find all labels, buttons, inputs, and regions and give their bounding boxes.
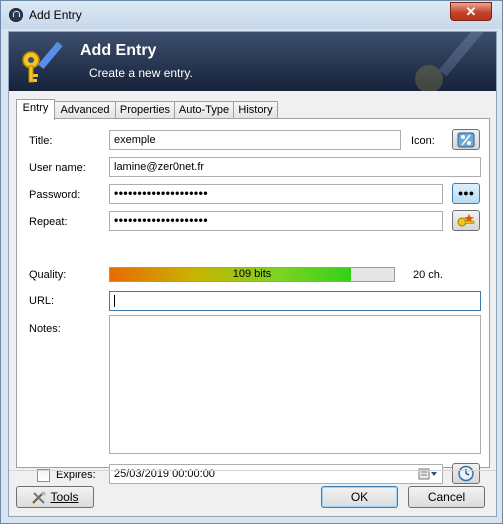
percent-icon	[457, 132, 475, 148]
url-label: URL:	[29, 295, 55, 307]
password-quality-bar: 109 bits	[109, 267, 395, 282]
quality-bits: 109 bits	[232, 268, 272, 280]
quality-label: Quality:	[29, 269, 67, 281]
ok-button[interactable]: OK	[321, 486, 398, 508]
notes-field[interactable]	[109, 315, 481, 454]
notes-label: Notes:	[29, 323, 61, 335]
icon-picker-button[interactable]	[452, 129, 480, 150]
clock-icon	[458, 465, 474, 482]
tab-auto-type[interactable]: Auto-Type	[174, 101, 234, 119]
title-bar[interactable]: Add Entry ✕	[1, 1, 502, 29]
close-button[interactable]: ✕	[450, 2, 492, 21]
repeat-label: Repeat:	[29, 216, 68, 228]
title-label: Title:	[29, 135, 53, 147]
url-field[interactable]	[109, 291, 481, 311]
dialog-client: Add Entry Create a new entry. Entry Adva…	[8, 31, 497, 517]
banner: Add Entry Create a new entry.	[9, 32, 496, 91]
expiry-date-picker[interactable]: 25/03/2019 00:00:00	[109, 464, 443, 484]
repeat-password-field[interactable]: ••••••••••••••••••••	[109, 211, 443, 231]
key-pen-icon	[22, 41, 63, 83]
text-cursor	[114, 295, 115, 308]
cancel-button[interactable]: Cancel	[408, 486, 485, 508]
add-entry-window: Add Entry ✕ Add Entry Create a new entry…	[0, 0, 503, 524]
tab-history[interactable]: History	[233, 101, 278, 119]
show-password-button[interactable]: ●●●	[452, 183, 480, 204]
banner-subtitle: Create a new entry.	[89, 66, 193, 80]
window-title: Add Entry	[29, 8, 82, 22]
footer-separator	[9, 470, 496, 471]
tools-label: Tools	[50, 490, 79, 504]
lock-icon	[9, 8, 23, 22]
tools-icon	[32, 491, 46, 504]
char-count: 20 ch.	[413, 269, 443, 281]
username-label: User name:	[29, 162, 86, 174]
key-pen-watermark-icon	[415, 32, 486, 91]
entry-panel: Title: exemple Icon: User name: lamine@z…	[16, 118, 490, 484]
username-field[interactable]: lamine@zer0net.fr	[109, 157, 481, 177]
generate-password-button[interactable]	[452, 210, 480, 231]
tab-entry[interactable]: Entry	[16, 99, 55, 120]
title-field[interactable]: exemple	[109, 130, 401, 150]
icon-label: Icon:	[411, 135, 435, 147]
password-label: Password:	[29, 189, 81, 201]
tools-button[interactable]: Tools	[16, 486, 94, 508]
password-field[interactable]: ••••••••••••••••••••	[109, 184, 443, 204]
key-generator-icon	[457, 214, 475, 227]
expiry-presets-button[interactable]	[452, 463, 480, 484]
banner-title: Add Entry	[80, 42, 157, 59]
tab-properties[interactable]: Properties	[115, 101, 175, 119]
tab-advanced[interactable]: Advanced	[54, 101, 116, 119]
